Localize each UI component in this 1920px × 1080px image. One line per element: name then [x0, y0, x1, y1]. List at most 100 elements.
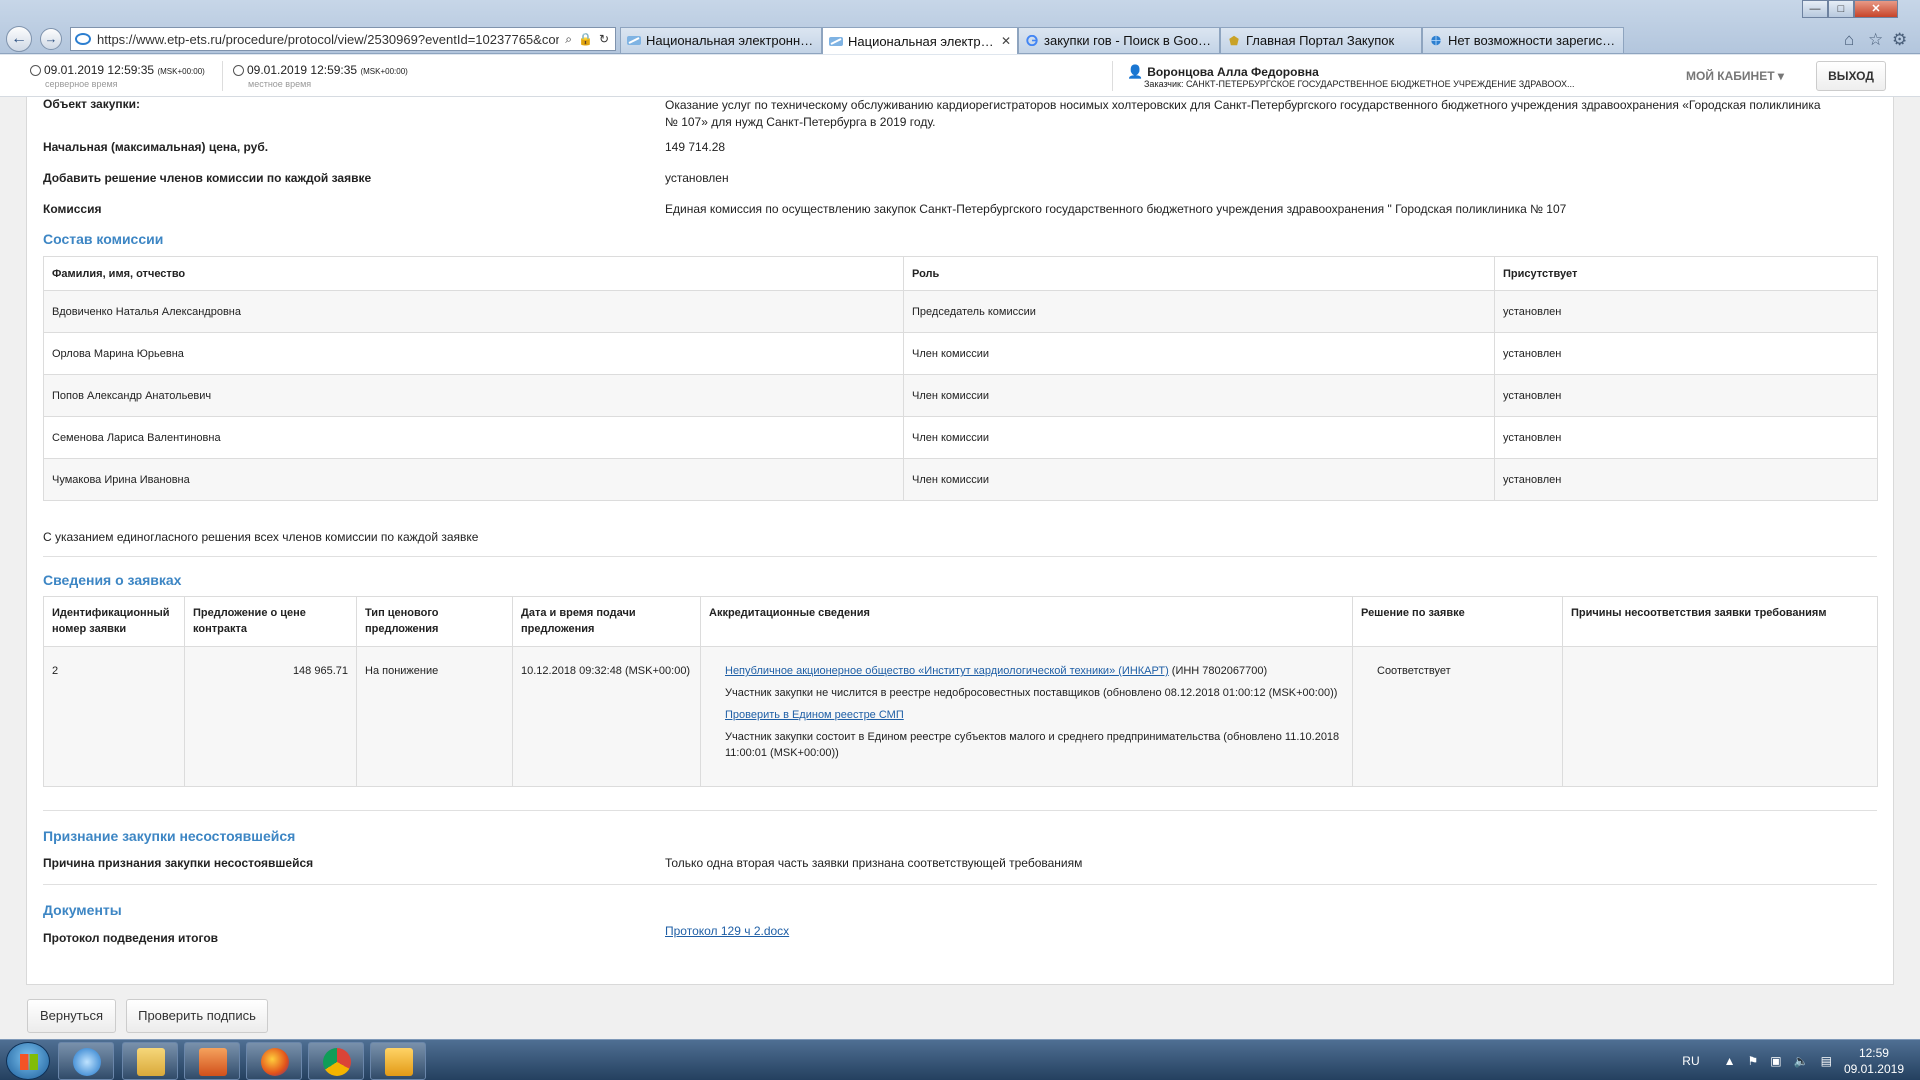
user-name-text: Воронцова Алла Федоровна	[1147, 65, 1319, 79]
table-row: Попов Александр Анатольевич Член комисси…	[43, 374, 1878, 417]
bid-accreditation: Непубличное акционерное общество «Инстит…	[700, 646, 1353, 787]
local-tz: (MSK+00:00)	[360, 67, 408, 76]
taskbar-chrome[interactable]	[308, 1042, 364, 1080]
member-present: установлен	[1494, 332, 1878, 375]
start-button[interactable]	[6, 1042, 50, 1080]
browser-chrome: ← → https://www.etp-ets.ru/procedure/pro…	[0, 0, 1920, 54]
forward-button[interactable]: →	[40, 28, 62, 50]
lock-icon[interactable]: 🔒	[578, 32, 593, 47]
taskbar-time: 12:59	[1858, 1045, 1889, 1060]
smp-status: Участник закупки состоит в Едином реестр…	[725, 731, 1340, 759]
taskbar-outlook[interactable]	[370, 1042, 426, 1080]
column-header: Предложение о цене контракта	[184, 596, 357, 647]
member-role: Член комиссии	[903, 332, 1495, 375]
verify-signature-button[interactable]: Проверить подпись	[126, 999, 268, 1033]
object-value: Оказание услуг по техническому обслужива…	[665, 98, 1821, 129]
price-label: Начальная (максимальная) цена, руб.	[43, 140, 269, 154]
volume-icon[interactable]: 🔈	[1794, 1054, 1809, 1068]
chrome-icon	[323, 1048, 351, 1076]
refresh-icon[interactable]: ↻	[599, 32, 609, 47]
favorites-star-icon[interactable]: ☆	[1868, 30, 1883, 50]
logout-button[interactable]: ВЫХОД	[1816, 61, 1886, 91]
tab-label: Национальная электронн...	[848, 33, 995, 49]
close-icon: ✕	[1871, 3, 1881, 15]
member-name: Семенова Лариса Валентиновна	[43, 416, 904, 459]
member-role: Член комиссии	[903, 458, 1495, 501]
column-header: Тип ценового предложения	[356, 596, 513, 647]
site-favicon-icon	[627, 36, 641, 45]
tab-4[interactable]: Главная Портал Закупок	[1220, 27, 1422, 53]
smp-check-link[interactable]: Проверить в Едином реестре СМП	[725, 709, 904, 721]
ie-icon	[75, 33, 91, 45]
my-cabinet-menu[interactable]: МОЙ КАБИНЕТ ▾	[1686, 69, 1784, 83]
server-clock: 09.01.2019 12:59:35 (MSK+00:00) серверно…	[30, 63, 205, 89]
user-organization: Заказчик: САНКТ-ПЕТЕРБУРГСКОЕ ГОСУДАРСТВ…	[1144, 79, 1575, 89]
tab-3[interactable]: закупки гов - Поиск в Google	[1018, 27, 1220, 53]
taskbar-firefox[interactable]	[246, 1042, 302, 1080]
user-icon: 👤	[1127, 64, 1144, 79]
object-label: Объект закупки:	[43, 97, 141, 111]
taskbar-date: 09.01.2019	[1843, 1061, 1904, 1076]
commission-table: Фамилия, имя, отчество Роль Присутствует…	[43, 256, 1878, 501]
user-name[interactable]: 👤 Воронцова Алла Федоровна	[1127, 64, 1319, 80]
member-role: Председатель комиссии	[903, 290, 1495, 333]
clock-icon	[233, 65, 244, 76]
globe-icon	[1431, 35, 1441, 46]
member-name: Орлова Марина Юрьевна	[43, 332, 904, 375]
member-name: Вдовиченко Наталья Александровна	[43, 290, 904, 333]
maximize-icon: □	[1837, 3, 1845, 15]
price-value: 149 714.28	[665, 140, 726, 154]
tab-1[interactable]: Национальная электронная ...	[620, 27, 822, 53]
taskbar-media[interactable]	[184, 1042, 240, 1080]
settings-gear-icon[interactable]: ⚙	[1892, 30, 1907, 50]
member-role: Член комиссии	[903, 416, 1495, 459]
protocol-doc-label: Протокол подведения итогов	[43, 931, 219, 945]
bid-decision: Соответствует	[1352, 646, 1563, 787]
table-row: Семенова Лариса Валентиновна Член комисс…	[43, 416, 1878, 459]
taskbar-explorer[interactable]	[122, 1042, 178, 1080]
column-header: Роль	[903, 256, 1495, 291]
maximize-button[interactable]: □	[1828, 0, 1854, 18]
member-present: установлен	[1494, 458, 1878, 501]
address-bar[interactable]: https://www.etp-ets.ru/procedure/protoco…	[70, 27, 616, 51]
column-header: Дата и время подачи предложения	[512, 596, 701, 647]
failed-reason-label: Причина признания закупки несостоявшейся	[43, 856, 314, 870]
address-url[interactable]: https://www.etp-ets.ru/procedure/protoco…	[97, 32, 559, 47]
column-header: Причины несоответствия заявки требования…	[1562, 596, 1878, 647]
minimize-button[interactable]: —	[1802, 0, 1828, 18]
search-icon[interactable]: ⌕	[565, 32, 572, 47]
taskbar: RU ▲ ⚑ ▣ 🔈 ▤ 12:59 09.01.2019	[0, 1039, 1920, 1080]
org-link[interactable]: Непубличное акционерное общество «Инстит…	[725, 665, 1169, 677]
show-hidden-icons-icon[interactable]: ▲	[1724, 1054, 1736, 1068]
windows-logo-icon	[20, 1054, 38, 1070]
tab-5[interactable]: Нет возможности зарегистри...	[1422, 27, 1624, 53]
member-name: Чумакова Ирина Ивановна	[43, 458, 904, 501]
protocol-doc-link[interactable]: Протокол 129 ч 2.docx	[665, 924, 789, 938]
my-cabinet-label: МОЙ КАБИНЕТ	[1686, 69, 1775, 83]
tab-label: Национальная электронная ...	[646, 33, 815, 48]
tab-2-active[interactable]: Национальная электронн... ✕	[822, 27, 1018, 54]
action-center-flag-icon[interactable]: ⚑	[1748, 1054, 1759, 1068]
outlook-icon	[385, 1048, 413, 1076]
tab-label: закупки гов - Поиск в Google	[1044, 33, 1213, 48]
back-arrow-icon: ←	[11, 30, 27, 47]
bid-type: На понижение	[356, 646, 513, 787]
local-clock: 09.01.2019 12:59:35 (MSK+00:00) местное …	[233, 63, 408, 89]
org-line: Непубличное акционерное общество «Инстит…	[725, 663, 1344, 679]
close-tab-icon[interactable]: ✕	[1001, 34, 1011, 48]
taskbar-clock[interactable]: 12:59 09.01.2019	[1844, 1045, 1904, 1077]
taskbar-ie[interactable]	[58, 1042, 114, 1080]
back-button[interactable]: ←	[6, 26, 32, 52]
chevron-down-icon: ▾	[1777, 69, 1784, 83]
column-header: Идентификационный номер заявки	[43, 596, 185, 647]
close-window-button[interactable]: ✕	[1854, 0, 1898, 18]
table-row: Вдовиченко Наталья Александровна Председ…	[43, 290, 1878, 333]
server-tz: (MSK+00:00)	[157, 67, 205, 76]
home-icon[interactable]: ⌂	[1844, 30, 1854, 50]
device-icon[interactable]: ▣	[1770, 1054, 1781, 1068]
language-indicator[interactable]: RU	[1682, 1054, 1699, 1068]
member-present: установлен	[1494, 416, 1878, 459]
network-icon[interactable]: ▤	[1821, 1054, 1832, 1068]
back-page-button[interactable]: Вернуться	[27, 999, 116, 1033]
emblem-icon	[1229, 35, 1239, 46]
